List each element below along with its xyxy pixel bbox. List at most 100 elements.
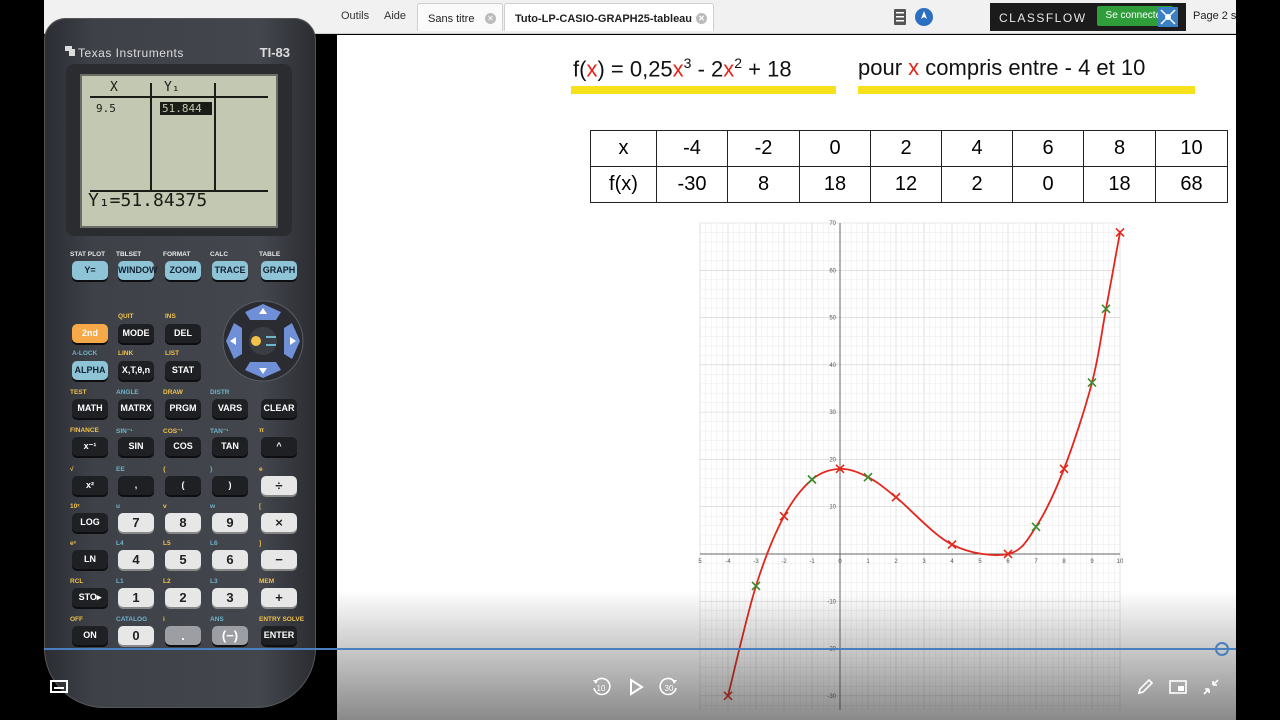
key-row8-3[interactable]: 6	[212, 550, 248, 569]
screen-value-y: 51.844	[160, 102, 212, 115]
key-2nd[interactable]: 2nd	[72, 324, 108, 343]
x-tick-label: 0	[838, 559, 842, 565]
key-graph-row[interactable]: Y=	[72, 261, 108, 280]
key-graph-row[interactable]: ZOOM	[165, 261, 201, 280]
key-row9-0[interactable]: STO▸	[72, 588, 108, 607]
key-secondary-label: LINK	[118, 350, 134, 357]
key-row10-4[interactable]: ENTER	[261, 626, 297, 645]
key-row9-3[interactable]: 3	[212, 588, 248, 607]
key-row10-2[interactable]: .	[165, 626, 201, 645]
y-tick-label: 50	[829, 316, 836, 322]
key-del[interactable]: DEL	[165, 324, 201, 343]
key-secondary-label: TEST	[70, 389, 87, 396]
key-row10-1[interactable]: 0	[118, 626, 154, 645]
key-row5-0[interactable]: x⁻¹	[72, 437, 108, 456]
tab-untitled[interactable]: Sans titre ✕	[417, 3, 503, 31]
video-progress-bar[interactable]	[44, 648, 1236, 650]
video-shade	[337, 590, 1236, 720]
subtitles-icon[interactable]	[48, 676, 70, 698]
close-icon[interactable]: ✕	[485, 13, 496, 24]
key-row7-0[interactable]: LOG	[72, 513, 108, 532]
key-secondary-label: EE	[116, 466, 125, 473]
key-row5-2[interactable]: COS	[165, 437, 201, 456]
key-secondary-label: INS	[165, 313, 176, 320]
key-row6-2[interactable]: (	[165, 476, 201, 495]
key-row7-3[interactable]: 9	[212, 513, 248, 532]
rewind-button[interactable]: 10	[590, 676, 612, 698]
progress-handle-icon[interactable]	[1214, 641, 1230, 657]
key-row6-3[interactable]: )	[212, 476, 248, 495]
table-header-x: x	[590, 130, 657, 167]
key-row5-3[interactable]: TAN	[212, 437, 248, 456]
key-row9-4[interactable]: +	[261, 588, 297, 607]
table-cell: 8	[1083, 130, 1156, 167]
table-cell: 18	[1083, 166, 1156, 203]
key-row9-2[interactable]: 2	[165, 588, 201, 607]
formula-variable: x	[586, 56, 598, 82]
tab-tutorial[interactable]: Tuto-LP-CASIO-GRAPH25-tableau ✕	[504, 3, 714, 31]
key-row7-1[interactable]: 7	[118, 513, 154, 532]
key-row8-2[interactable]: 5	[165, 550, 201, 569]
pencil-icon[interactable]	[1134, 676, 1156, 698]
key-graph-row[interactable]: GRAPH	[261, 261, 297, 280]
key-graph-row[interactable]: WINDOW	[118, 261, 158, 280]
key-secondary-label: DISTR	[210, 389, 230, 396]
key-row9-1[interactable]: 1	[118, 588, 154, 607]
key-row4-0[interactable]: MATH	[72, 399, 108, 418]
y-tick-label: 30	[829, 410, 836, 416]
close-icon[interactable]: ✕	[696, 13, 707, 24]
key-stat[interactable]: STAT	[165, 361, 201, 380]
play-icon[interactable]	[624, 676, 646, 698]
exit-fullscreen-icon[interactable]	[1200, 676, 1222, 698]
table-cell: 4	[941, 130, 1013, 167]
key-row4-3[interactable]: VARS	[212, 399, 248, 418]
key-row8-1[interactable]: 4	[118, 550, 154, 569]
key-row5-4[interactable]: ^	[261, 437, 297, 456]
key-row10-0[interactable]: ON	[72, 626, 108, 645]
key-secondary-label: 10ˣ	[70, 503, 80, 510]
key-row6-0[interactable]: x²	[72, 476, 108, 495]
classflow-logo: CLASSFLOW	[999, 11, 1087, 25]
forward-button[interactable]: 30	[658, 676, 680, 698]
key-row5-1[interactable]: SIN	[118, 437, 154, 456]
x-tick-label: 5	[698, 559, 702, 565]
key-secondary-label: [	[259, 503, 262, 510]
key-secondary-label: v	[163, 503, 167, 510]
key-row7-2[interactable]: 8	[165, 513, 201, 532]
table-cell: 6	[1012, 130, 1084, 167]
menu-tools[interactable]: Outils	[341, 10, 369, 22]
key-secondary-label: CATALOG	[116, 616, 148, 623]
key-row10-3[interactable]: (−)	[212, 626, 248, 645]
key-secondary-label: L1	[116, 578, 124, 585]
network-icon[interactable]	[1158, 7, 1178, 27]
key-alpha[interactable]: ALPHA	[72, 361, 108, 380]
key-row8-0[interactable]: LN	[72, 550, 108, 569]
range-part: compris entre - 4 et 10	[919, 55, 1146, 80]
key-row4-2[interactable]: PRGM	[165, 399, 201, 418]
key-secondary-label: i	[163, 616, 165, 623]
key-row4-4[interactable]: CLEAR	[261, 399, 297, 418]
calculator-brand: Texas Instruments	[78, 46, 184, 60]
y-tick-label: 40	[829, 363, 836, 369]
document-icon[interactable]	[890, 7, 910, 27]
key-row7-4[interactable]: ×	[261, 513, 297, 532]
key-row8-4[interactable]: −	[261, 550, 297, 569]
formula-variable: x	[723, 56, 735, 82]
key-row6-4[interactable]: ÷	[261, 476, 297, 495]
values-table: x -4 -2 0 2 4 6 8 10 f(x) -30 8 18 12 2 …	[590, 130, 1228, 203]
rocket-icon[interactable]	[914, 7, 934, 27]
key-row4-1[interactable]: MATRX	[118, 399, 154, 418]
table-cell: 18	[799, 166, 871, 203]
key-xtn[interactable]: X,T,θ,n	[118, 361, 154, 380]
formula-part: ) = 0,25	[597, 56, 673, 82]
table-cell: 12	[870, 166, 942, 203]
key-secondary-label: L3	[210, 578, 218, 585]
picture-in-picture-icon[interactable]	[1167, 676, 1189, 698]
screen-line	[150, 83, 152, 191]
key-mode[interactable]: MODE	[118, 324, 154, 343]
key-row6-1[interactable]: ,	[118, 476, 154, 495]
key-secondary-label: TAN⁻¹	[210, 428, 229, 435]
calculator-screen: X Y₁ 9.5 51.844 Y₁=51.84375	[80, 74, 278, 228]
menu-help[interactable]: Aide	[384, 10, 406, 22]
key-graph-row[interactable]: TRACE	[212, 261, 248, 280]
